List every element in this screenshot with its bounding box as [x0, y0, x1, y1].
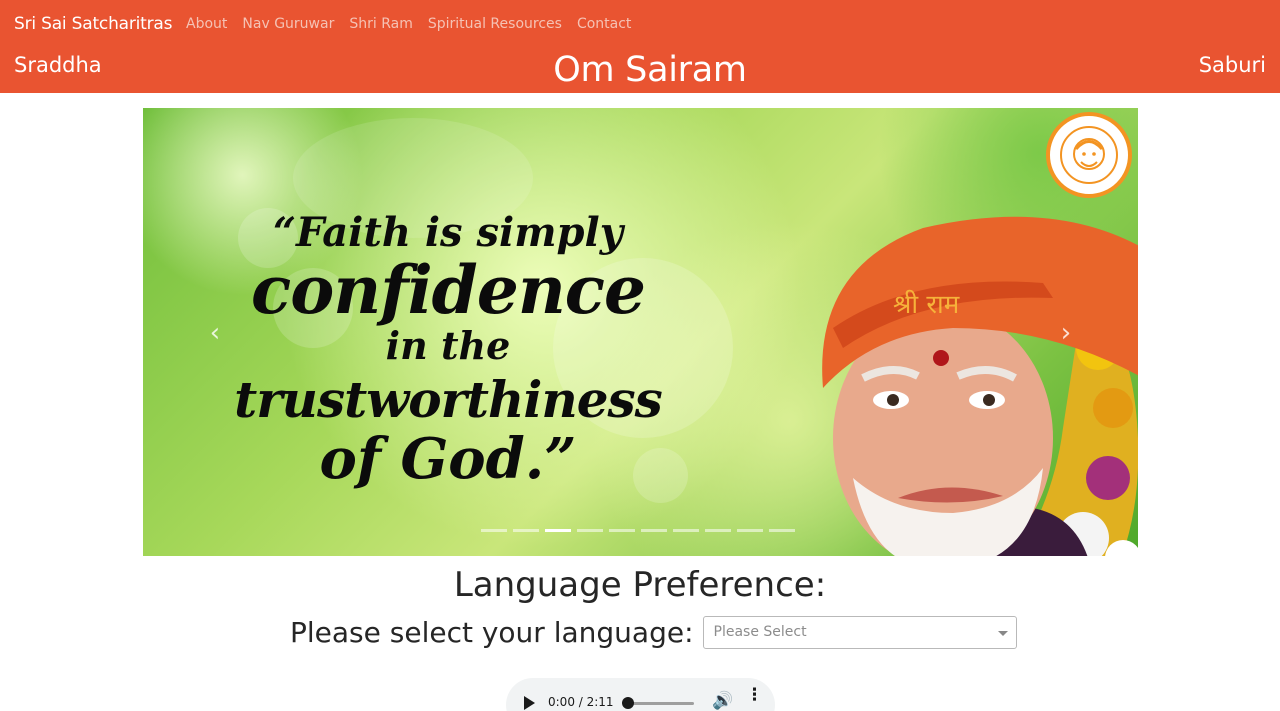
carousel-indicator[interactable] — [769, 529, 795, 532]
svg-text:श्री राम: श्री राम — [893, 289, 960, 320]
language-row: Please select your language: Please Sele… — [290, 616, 1017, 649]
carousel-indicator[interactable] — [545, 529, 571, 532]
language-select[interactable]: Please Select — [702, 616, 1017, 649]
page-title: Om Sairam — [553, 50, 747, 90]
quote-line: “Faith is simply — [273, 209, 623, 256]
saburi-text: Saburi — [1198, 53, 1266, 77]
quote-line: in the — [385, 323, 511, 368]
volume-icon[interactable]: 🔊 — [712, 691, 733, 711]
top-navbar: Sri Sai Satcharitras About Nav Guruwar S… — [0, 0, 1280, 93]
play-button[interactable] — [524, 696, 535, 710]
nav-link-contact[interactable]: Contact — [577, 16, 631, 32]
chevron-left-icon: ‹ — [209, 318, 221, 348]
nav-link-shri-ram[interactable]: Shri Ram — [349, 16, 413, 32]
chevron-right-icon: › — [1060, 318, 1072, 348]
audio-player: 0:00 / 2:11 🔊 ⋮ — [506, 678, 775, 711]
quote-line: confidence — [251, 251, 646, 329]
nav-link-about[interactable]: About — [186, 16, 227, 32]
carousel-indicator[interactable] — [513, 529, 539, 532]
carousel-indicator[interactable] — [577, 529, 603, 532]
quote-line: trustworthiness — [234, 370, 663, 429]
image-carousel[interactable]: “Faith is simply confidence in the trust… — [143, 108, 1138, 556]
carousel-indicator[interactable] — [641, 529, 667, 532]
quote-line: of God.” — [319, 426, 577, 492]
audio-seek-thumb[interactable] — [622, 697, 634, 709]
more-options-icon[interactable]: ⋮ — [746, 687, 763, 704]
carousel-indicators — [481, 529, 795, 532]
nav-link-spiritual-resources[interactable]: Spiritual Resources — [428, 16, 562, 32]
language-select-value: Please Select — [713, 624, 807, 640]
carousel-indicator[interactable] — [481, 529, 507, 532]
audio-time: 0:00 / 2:11 — [548, 695, 614, 709]
sai-face-icon — [1073, 138, 1105, 170]
language-preference-heading: Language Preference: — [453, 565, 827, 605]
caret-down-icon — [997, 631, 1008, 636]
carousel-indicator[interactable] — [737, 529, 763, 532]
language-select-label: Please select your language: — [290, 616, 694, 649]
nav-link-nav-guruwar[interactable]: Nav Guruwar — [242, 16, 334, 32]
carousel-indicator[interactable] — [705, 529, 731, 532]
site-logo — [1046, 112, 1132, 198]
carousel-prev-button[interactable]: ‹ — [205, 318, 225, 348]
audio-seek-bar[interactable] — [626, 702, 694, 705]
carousel-indicator[interactable] — [609, 529, 635, 532]
faith-quote: “Faith is simply confidence in the trust… — [213, 209, 683, 492]
sai-baba-portrait: श्री राम — [822, 216, 1138, 556]
carousel-indicator[interactable] — [673, 529, 699, 532]
nav-links: About Nav Guruwar Shri Ram Spiritual Res… — [186, 16, 646, 32]
carousel-next-button[interactable]: › — [1056, 318, 1076, 348]
brand-link[interactable]: Sri Sai Satcharitras — [14, 14, 173, 34]
